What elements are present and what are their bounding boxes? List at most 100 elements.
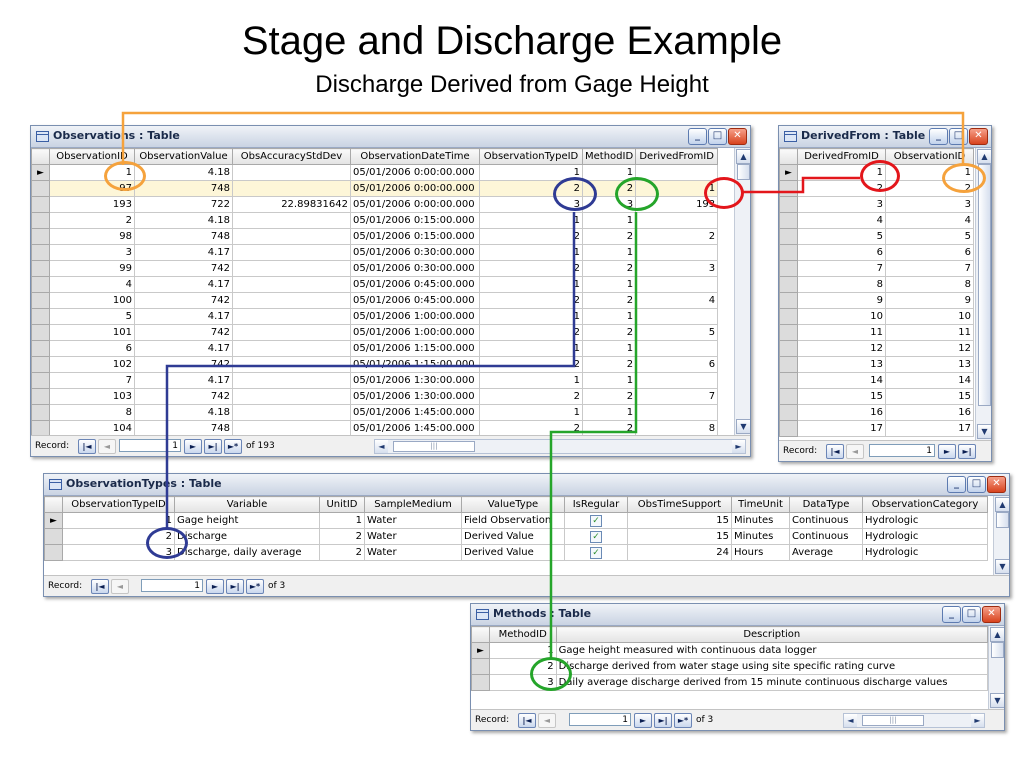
table-cell[interactable]: 15 (627, 512, 732, 529)
table-cell[interactable]: Gage height measured with continuous dat… (555, 642, 988, 659)
table-cell[interactable]: 1 (581, 276, 637, 293)
first-record-button[interactable]: |◄ (91, 579, 109, 594)
table-cell[interactable]: 2 (479, 260, 583, 277)
table-cell[interactable]: 6 (797, 244, 886, 261)
record-selector-icon[interactable] (779, 372, 798, 389)
record-selector-icon[interactable] (31, 212, 50, 229)
scrollbar-thumb[interactable] (978, 164, 991, 406)
table-cell[interactable] (635, 404, 719, 421)
record-selector-icon[interactable] (31, 244, 50, 261)
record-selector-icon[interactable] (31, 228, 50, 245)
table-cell[interactable]: 05/01/2006 0:00:00.000 (350, 164, 480, 181)
table-cell[interactable]: 05/01/2006 1:00:00.000 (350, 308, 480, 325)
table-cell[interactable]: 7 (635, 388, 719, 405)
table-cell[interactable]: 2 (581, 356, 637, 373)
scroll-right-arrow-icon[interactable]: ► (732, 440, 745, 453)
record-selector-icon[interactable] (779, 212, 798, 229)
current-record-field[interactable]: 1 (141, 579, 203, 592)
maximize-button[interactable]: □ (967, 476, 986, 493)
table-cell[interactable]: ✓ (564, 528, 628, 545)
table-cell[interactable]: 14 (885, 372, 974, 389)
table-cell[interactable] (635, 372, 719, 389)
record-selector-icon[interactable] (779, 420, 798, 437)
table-row[interactable]: 88 (779, 276, 974, 293)
table-cell[interactable]: 05/01/2006 0:00:00.000 (350, 180, 480, 197)
table-cell[interactable] (232, 356, 351, 373)
table-cell[interactable]: 1 (488, 642, 557, 659)
table-row[interactable]: 102 742 05/01/2006 1:15:00.000 2 2 6 (31, 356, 719, 373)
table-cell[interactable]: 104 (49, 420, 135, 435)
table-cell[interactable]: Water (364, 512, 462, 529)
close-button[interactable]: ✕ (987, 476, 1006, 493)
record-selector-icon[interactable] (779, 260, 798, 277)
record-selector-icon[interactable] (471, 658, 490, 675)
maximize-button[interactable]: □ (949, 128, 968, 145)
record-selector-icon[interactable] (31, 372, 50, 389)
table-cell[interactable]: Continuous (789, 512, 863, 529)
table-cell[interactable]: 8 (635, 420, 719, 435)
column-header[interactable]: ObsTimeSupport (627, 496, 732, 513)
record-selector-icon[interactable] (779, 180, 798, 197)
table-cell[interactable]: 2 (319, 544, 365, 561)
table-cell[interactable]: Hydrologic (862, 544, 988, 561)
close-button[interactable]: ✕ (728, 128, 747, 145)
table-cell[interactable] (635, 244, 719, 261)
minimize-button[interactable]: _ (929, 128, 948, 145)
column-header[interactable]: Description (555, 626, 988, 643)
record-selector-icon[interactable] (779, 228, 798, 245)
record-selector-icon[interactable] (779, 292, 798, 309)
table-cell[interactable]: 1 (581, 404, 637, 421)
table-cell[interactable]: 7 (797, 260, 886, 277)
table-cell[interactable]: 2 (581, 324, 637, 341)
table-cell[interactable]: 14 (797, 372, 886, 389)
table-cell[interactable] (635, 276, 719, 293)
table-cell[interactable] (232, 228, 351, 245)
table-row[interactable]: 16 16 (779, 404, 974, 421)
table-cell[interactable]: Water (364, 528, 462, 545)
table-cell[interactable]: 5 (797, 228, 886, 245)
table-cell[interactable]: 742 (134, 388, 233, 405)
table-row[interactable]: 12 12 (779, 340, 974, 357)
table-cell[interactable]: Hydrologic (862, 512, 988, 529)
table-cell[interactable] (635, 340, 719, 357)
table-cell[interactable]: 3 (635, 260, 719, 277)
corner-cell[interactable] (31, 148, 50, 165)
table-cell[interactable]: 8 (885, 276, 974, 293)
table-cell[interactable]: 3 (885, 196, 974, 213)
table-cell[interactable] (232, 164, 351, 181)
table-cell[interactable]: 2 (581, 292, 637, 309)
scroll-up-arrow-icon[interactable]: ▲ (977, 149, 991, 164)
table-cell[interactable]: 4.18 (134, 404, 233, 421)
vertical-scrollbar[interactable]: ▲ ▼ (975, 148, 991, 440)
table-cell[interactable]: 05/01/2006 0:15:00.000 (350, 212, 480, 229)
column-header[interactable]: ValueType (461, 496, 565, 513)
table-cell[interactable]: 103 (49, 388, 135, 405)
scroll-right-arrow-icon[interactable]: ► (971, 714, 984, 727)
scrollbar-thumb[interactable] (737, 164, 750, 180)
table-cell[interactable]: Minutes (731, 528, 790, 545)
table-cell[interactable] (232, 308, 351, 325)
table-cell[interactable]: 4.18 (134, 212, 233, 229)
last-record-button[interactable]: ►| (654, 713, 672, 728)
scroll-down-arrow-icon[interactable]: ▼ (995, 559, 1009, 574)
last-record-button[interactable]: ►| (958, 444, 976, 459)
table-cell[interactable]: 2 (635, 228, 719, 245)
next-record-button[interactable]: ► (634, 713, 652, 728)
table-cell[interactable]: 1 (581, 340, 637, 357)
record-selector-icon[interactable] (779, 324, 798, 341)
table-row[interactable]: 14 14 (779, 372, 974, 389)
table-cell[interactable]: Continuous (789, 528, 863, 545)
table-cell[interactable]: 05/01/2006 1:15:00.000 (350, 340, 480, 357)
table-cell[interactable] (232, 372, 351, 389)
table-cell[interactable]: 6 (49, 340, 135, 357)
table-cell[interactable]: 1 (479, 212, 583, 229)
record-selector-icon[interactable] (31, 196, 50, 213)
close-button[interactable]: ✕ (982, 606, 1001, 623)
table-cell[interactable] (232, 212, 351, 229)
table-cell[interactable]: 05/01/2006 1:30:00.000 (350, 388, 480, 405)
table-cell[interactable]: 1 (319, 512, 365, 529)
table-row[interactable]: 100 742 05/01/2006 0:45:00.000 2 2 4 (31, 292, 719, 309)
previous-record-button[interactable]: ◄ (846, 444, 864, 459)
table-cell[interactable]: 12 (797, 340, 886, 357)
table-cell[interactable]: 1 (479, 404, 583, 421)
